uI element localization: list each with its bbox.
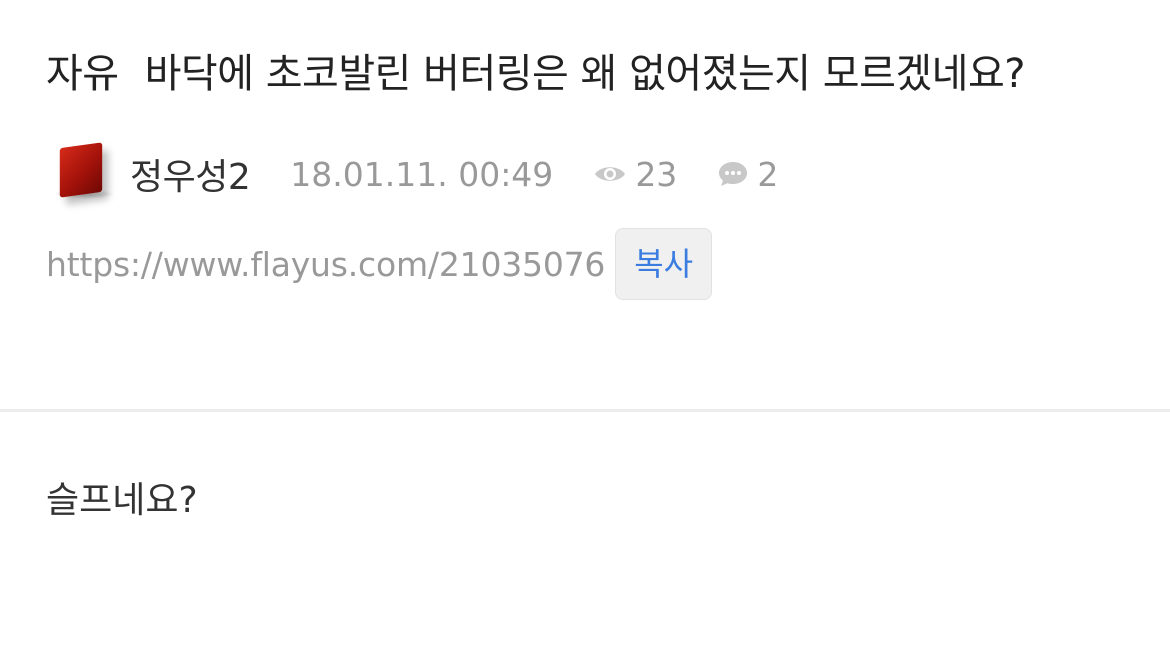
red-book-icon <box>59 142 103 198</box>
post-title: 자유 바닥에 초코발린 버터링은 왜 없어졌는지 모르겠네요? <box>46 44 1124 104</box>
post-title-text: 바닥에 초코발린 버터링은 왜 없어졌는지 모르겠네요? <box>144 51 1026 97</box>
divider <box>0 409 1170 412</box>
comment-count[interactable]: 2 <box>717 155 778 194</box>
view-count-value: 23 <box>635 154 678 194</box>
copy-button[interactable]: 복사 <box>615 228 713 300</box>
post-url[interactable]: https://www.flayus.com/21035076 <box>46 245 605 284</box>
speech-bubble-icon <box>719 162 748 186</box>
author-name[interactable]: 정우성2 <box>130 148 251 200</box>
post-header: 자유 바닥에 초코발린 버터링은 왜 없어졌는지 모르겠네요? 정우성2 18.0… <box>0 0 1170 300</box>
post-date: 18.01.11. 00:49 <box>290 154 554 194</box>
eye-icon <box>595 167 626 181</box>
url-row: https://www.flayus.com/21035076 복사 <box>46 228 1124 300</box>
post-body: 슬프네요? <box>46 480 198 521</box>
post-meta: 정우성2 18.01.11. 00:49 23 2 <box>46 142 1124 206</box>
comment-count-value: 2 <box>757 154 779 194</box>
avatar[interactable] <box>50 139 120 209</box>
post-category[interactable]: 자유 <box>46 51 119 97</box>
view-count: 23 <box>593 155 677 194</box>
